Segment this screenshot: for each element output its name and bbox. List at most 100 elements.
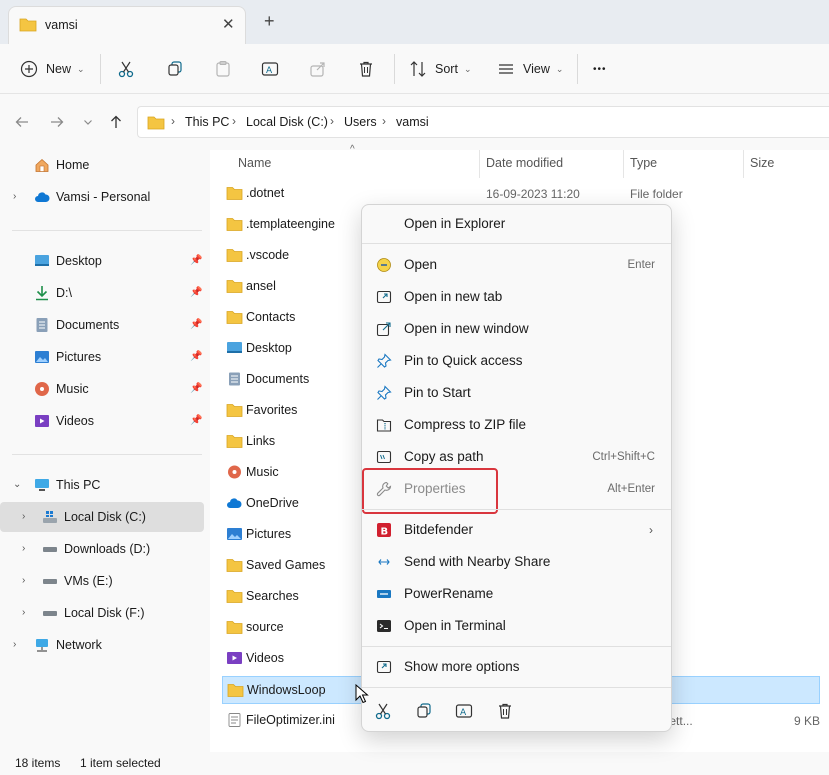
nav-item-desktop[interactable]: Desktop 📌 — [0, 246, 204, 276]
menu-item-open-new-window[interactable]: Open in new window — [366, 314, 667, 344]
menu-item-nearby-share[interactable]: Send with Nearby Share — [366, 547, 667, 577]
nav-item-d-drive[interactable]: D:\ 📌 — [0, 278, 204, 308]
folder-icon — [226, 249, 243, 262]
recent-locations-button[interactable] — [78, 112, 98, 132]
mouse-cursor-icon — [355, 684, 369, 704]
close-tab-icon[interactable]: ✕ — [222, 15, 235, 33]
nav-item-documents[interactable]: Documents 📌 — [0, 310, 204, 340]
nav-item-downloads-d[interactable]: › Downloads (D:) — [0, 534, 204, 564]
column-header-name[interactable]: Name — [238, 156, 271, 170]
file-name: .templateengine — [246, 217, 335, 231]
drive-icon — [43, 579, 57, 584]
menu-label: Pin to Start — [404, 385, 471, 400]
view-button[interactable]: View ⌄ — [497, 56, 563, 82]
expand-chevron-icon[interactable]: › — [22, 575, 25, 586]
home-icon — [35, 158, 49, 172]
copy-path-icon — [376, 450, 392, 464]
column-header-size[interactable]: Size — [750, 156, 774, 170]
file-name: Contacts — [246, 310, 296, 324]
menu-item-powerrename[interactable]: PowerRename — [366, 579, 667, 609]
copy-icon — [168, 61, 182, 76]
menu-item-open[interactable]: Open Enter — [366, 250, 667, 280]
nav-item-videos[interactable]: Videos 📌 — [0, 406, 204, 436]
arrow-right-icon — [51, 117, 64, 127]
pin-icon — [377, 353, 392, 368]
toolbar-divider — [394, 54, 395, 84]
menu-shortcut: Enter — [627, 259, 656, 271]
menu-label: Open in Terminal — [404, 618, 506, 633]
drive-icon — [43, 611, 57, 616]
column-header-date[interactable]: Date modified — [486, 156, 563, 170]
cloud-icon — [35, 192, 50, 202]
breadcrumb-vamsi[interactable]: vamsi — [396, 115, 429, 129]
file-date: 16-09-2023 11:20 — [486, 187, 580, 201]
file-name: Links — [246, 434, 276, 448]
nav-item-onedrive[interactable]: › Vamsi - Personal — [0, 182, 204, 212]
breadcrumb-this-pc[interactable]: This PC — [185, 115, 229, 129]
up-button[interactable] — [106, 112, 126, 132]
expand-chevron-icon[interactable]: › — [22, 511, 25, 522]
chevron-down-icon: ⌄ — [77, 63, 85, 74]
expand-chevron-icon[interactable]: › — [13, 191, 16, 202]
pin-icon: 📌 — [190, 351, 203, 362]
copy-button[interactable] — [166, 56, 184, 82]
delete-button[interactable] — [357, 56, 375, 82]
nav-label-onedrive: Vamsi - Personal — [56, 190, 151, 204]
context-rename-button[interactable]: A — [453, 700, 475, 722]
menu-item-pin-start[interactable]: Pin to Start — [366, 378, 667, 408]
nav-item-network[interactable]: › Network — [0, 630, 204, 660]
share-button[interactable] — [309, 56, 327, 82]
nav-item-vms-e[interactable]: › VMs (E:) — [0, 566, 204, 596]
tab-vamsi[interactable]: vamsi ✕ — [8, 6, 246, 44]
menu-item-pin-quick-access[interactable]: Pin to Quick access — [366, 346, 667, 376]
nav-item-home[interactable]: Home — [0, 150, 204, 180]
paste-button[interactable] — [214, 56, 232, 82]
menu-item-compress-zip[interactable]: Compress to ZIP file — [366, 410, 667, 440]
menu-label: Copy as path — [404, 449, 484, 464]
breadcrumb-users[interactable]: Users — [344, 115, 377, 129]
nearby-share-icon — [378, 559, 390, 565]
column-header-type[interactable]: Type — [630, 156, 657, 170]
new-tab-icon — [376, 290, 392, 304]
desktop-icon — [227, 342, 242, 353]
new-button[interactable]: New ⌄ — [20, 56, 85, 82]
cut-button[interactable] — [117, 56, 135, 82]
breadcrumb-local-disk[interactable]: Local Disk (C:) — [246, 115, 328, 129]
item-count: 18 items — [15, 756, 61, 770]
expand-chevron-icon[interactable]: › — [22, 607, 25, 618]
expand-chevron-icon[interactable]: › — [13, 639, 16, 650]
rename-button[interactable]: A — [261, 56, 279, 82]
nav-item-local-disk-f[interactable]: › Local Disk (F:) — [0, 598, 204, 628]
new-tab-button[interactable]: + — [264, 12, 275, 30]
nav-item-local-disk-c[interactable]: › Local Disk (C:) — [0, 502, 204, 532]
menu-label: PowerRename — [404, 586, 494, 601]
breadcrumb-chevron-icon: › — [382, 114, 386, 128]
file-name: source — [246, 620, 284, 634]
context-cut-button[interactable] — [372, 700, 394, 722]
folder-icon — [19, 18, 37, 32]
expand-chevron-icon[interactable]: › — [22, 543, 25, 554]
sort-button[interactable]: Sort ⌄ — [409, 56, 471, 82]
nav-item-music[interactable]: Music 📌 — [0, 374, 204, 404]
address-bar[interactable]: › This PC › Local Disk (C:) › Users › va… — [137, 106, 829, 138]
share-icon — [310, 62, 325, 77]
context-copy-button[interactable] — [413, 700, 435, 722]
nav-item-pictures[interactable]: Pictures 📌 — [0, 342, 204, 372]
context-delete-button[interactable] — [494, 700, 516, 722]
expanded-chevron-icon[interactable]: ⌄ — [13, 479, 21, 490]
menu-item-open-in-explorer[interactable]: Open in Explorer — [366, 209, 667, 239]
menu-item-open-terminal[interactable]: Open in Terminal — [366, 611, 667, 641]
menu-item-bitdefender[interactable]: B Bitdefender › — [366, 515, 667, 545]
back-button[interactable] — [12, 112, 32, 132]
nav-item-this-pc[interactable]: ⌄ This PC — [0, 470, 204, 500]
menu-label: Compress to ZIP file — [404, 417, 527, 432]
menu-item-show-more-options[interactable]: Show more options — [366, 652, 667, 682]
menu-item-open-new-tab[interactable]: Open in new tab — [366, 282, 667, 312]
sort-label: Sort — [435, 62, 458, 76]
pin-icon: 📌 — [190, 319, 203, 330]
pin-icon: 📌 — [190, 415, 203, 426]
menu-label: Bitdefender — [404, 522, 474, 537]
more-options-button[interactable]: ••• — [593, 56, 607, 82]
forward-button[interactable] — [47, 112, 67, 132]
nav-divider — [12, 454, 202, 455]
